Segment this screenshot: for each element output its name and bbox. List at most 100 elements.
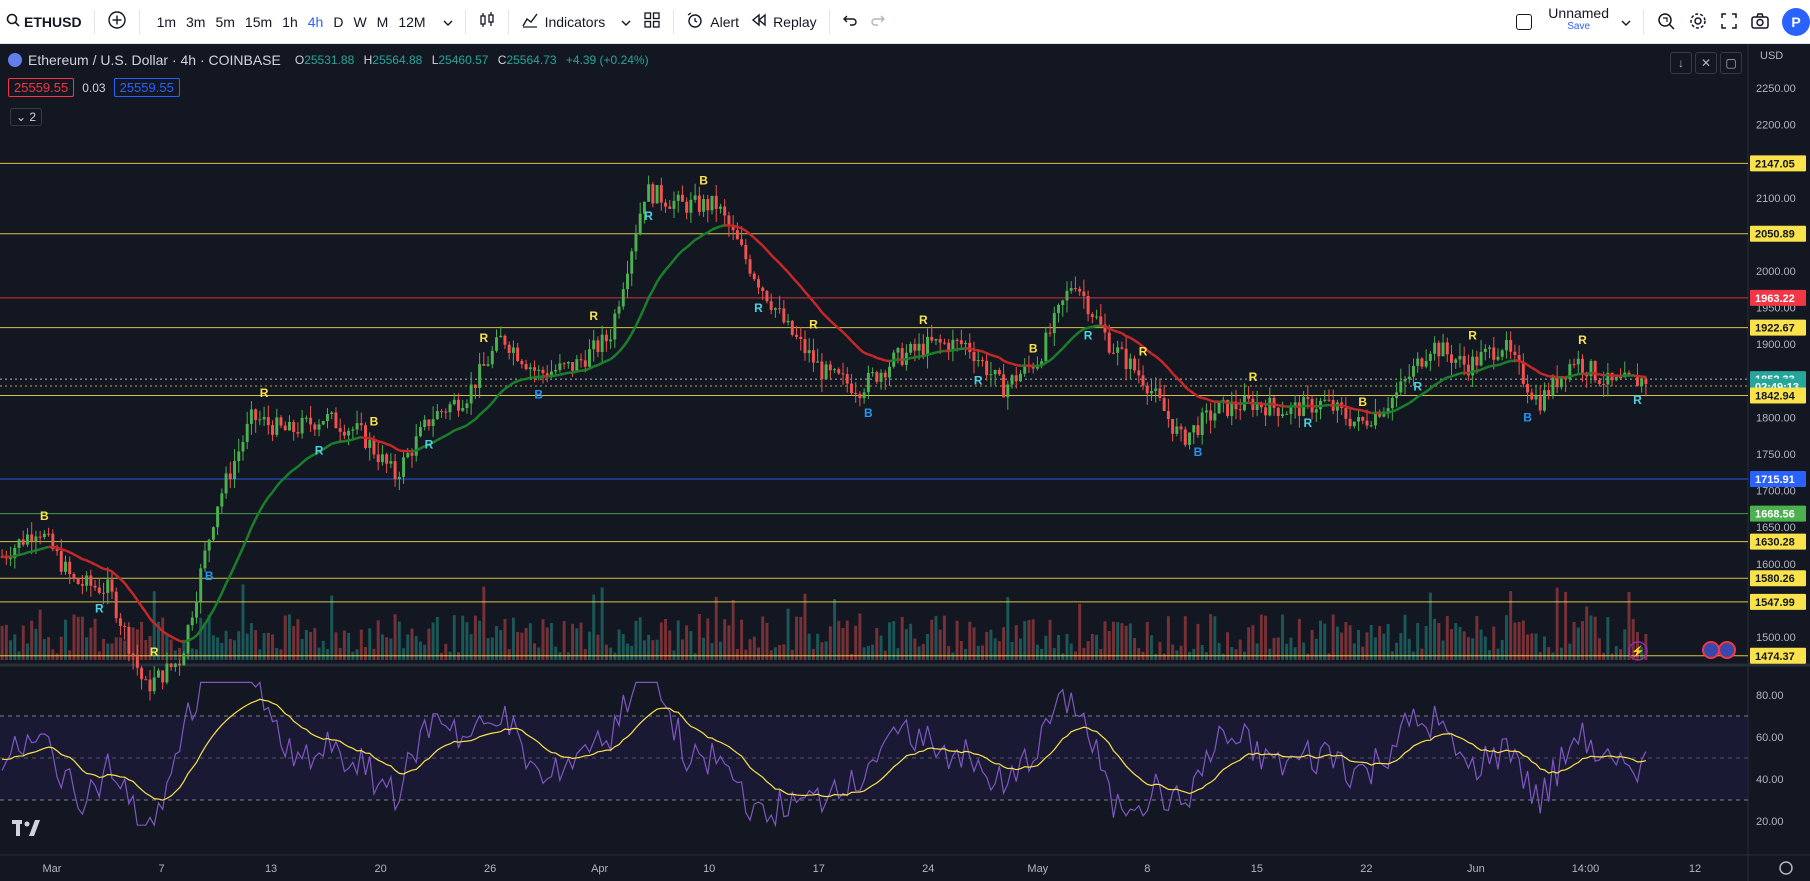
legend-title[interactable]: Ethereum / U.S. Dollar · 4h · COINBASE	[28, 52, 281, 68]
trail-segment	[1451, 373, 1457, 378]
candle-body	[693, 195, 697, 200]
compare-button[interactable]	[101, 7, 133, 37]
volume-bar	[1175, 650, 1179, 660]
templates-button[interactable]	[637, 7, 667, 37]
candle-body	[1521, 361, 1525, 384]
volume-bar	[313, 628, 317, 660]
candle-body	[237, 451, 241, 462]
volume-bar	[862, 647, 866, 660]
signal-label: R	[1249, 370, 1258, 384]
candle-body	[1458, 356, 1462, 360]
trail-segment	[377, 440, 383, 444]
candle-body	[938, 338, 942, 343]
flag-us-icon[interactable]	[1702, 641, 1720, 659]
tradingview-logo[interactable]	[12, 820, 42, 841]
alert-button[interactable]: Alert	[680, 7, 745, 37]
trail-segment	[1117, 330, 1123, 335]
quick-search-button[interactable]	[1650, 7, 1682, 37]
flag-us-icon[interactable]	[1718, 641, 1736, 659]
timeframe-3m[interactable]: 3m	[181, 14, 210, 30]
chart-canvas[interactable]: BRRBRRBRRBRRBRRBRRBRRBRRBRRBRR 2250.0022…	[0, 44, 1810, 881]
candle-body	[638, 213, 642, 235]
timeframe-dropdown[interactable]	[437, 7, 459, 37]
layout-checkbox[interactable]	[1516, 14, 1533, 30]
timeframe-5m[interactable]: 5m	[210, 14, 239, 30]
symbol-search[interactable]: ETHUSD	[0, 7, 88, 37]
volume-bar	[680, 639, 684, 660]
candle-body	[211, 527, 215, 540]
chart-type-button[interactable]	[472, 7, 502, 37]
arrow-down-icon[interactable]: ↓	[1670, 52, 1692, 74]
candle-body	[583, 360, 587, 367]
redo-button[interactable]	[864, 7, 892, 37]
volume-bar	[385, 637, 389, 660]
volume-bar	[1061, 653, 1065, 660]
candle-body	[1462, 356, 1466, 365]
candle-body	[1175, 426, 1179, 434]
snapshot-button[interactable]	[1744, 7, 1776, 37]
collapse-icon[interactable]: ✕	[1695, 52, 1717, 74]
volume-bar	[1424, 625, 1428, 660]
grid-icon	[643, 11, 661, 32]
trail-segment	[1125, 334, 1131, 340]
volume-bar	[858, 613, 862, 660]
candle-body	[571, 362, 575, 371]
volume-bar	[1521, 620, 1525, 660]
volume-bar	[837, 620, 841, 660]
layout-name[interactable]: Unnamed Save	[1542, 6, 1615, 37]
volume-bar	[1099, 649, 1103, 660]
candle-body	[600, 334, 604, 352]
volume-bar	[1268, 648, 1272, 660]
timeframe-4h[interactable]: 4h	[303, 14, 329, 30]
sell-button[interactable]: 25559.55	[8, 78, 75, 97]
layout-dropdown[interactable]	[1615, 7, 1637, 37]
volume-bar	[735, 649, 739, 660]
indicators-button[interactable]: Indicators	[515, 7, 638, 37]
volume-bar	[1606, 617, 1610, 660]
trail-segment	[990, 353, 996, 358]
trail-segment	[1273, 403, 1279, 407]
indicators-collapse-button[interactable]: ⌄ 2	[10, 108, 43, 126]
divider	[93, 9, 95, 34]
fullscreen-button[interactable]	[1714, 7, 1744, 37]
volume-bar	[423, 644, 427, 660]
avatar[interactable]: P	[1782, 8, 1810, 36]
timeframe-12M[interactable]: 12M	[393, 14, 430, 30]
candle-body	[528, 367, 532, 370]
trail-segment	[453, 427, 459, 432]
candle-body	[258, 419, 262, 421]
trail-segment	[576, 369, 582, 373]
candle-body	[862, 392, 866, 399]
candle-body	[359, 423, 363, 426]
candle-body	[520, 360, 524, 365]
currency-label[interactable]: USD	[1760, 50, 1783, 62]
indicators-icon	[521, 11, 539, 32]
timeframe-15m[interactable]: 15m	[240, 14, 277, 30]
buy-button[interactable]: 25559.55	[113, 78, 180, 97]
timeframe-W[interactable]: W	[348, 14, 371, 30]
candle-body	[161, 670, 165, 683]
candle-body	[1086, 295, 1090, 315]
timeframe-1h[interactable]: 1h	[277, 14, 303, 30]
redo-icon	[870, 13, 886, 30]
candle-body	[921, 343, 925, 356]
ohlc-values: O25531.88 H25564.88 L25460.57 C25564.73 …	[295, 53, 649, 67]
maximize-icon[interactable]: ▢	[1720, 52, 1742, 74]
volume-bar	[42, 639, 46, 660]
candle-body	[93, 585, 97, 588]
replay-button[interactable]: Replay	[745, 7, 823, 37]
time-tick: May	[1027, 863, 1048, 875]
candle-body	[1640, 378, 1644, 387]
settings-button[interactable]	[1682, 7, 1714, 37]
candle-body	[706, 199, 710, 211]
candle-body	[913, 344, 917, 351]
volume-bar	[511, 617, 515, 660]
candle-body	[1369, 425, 1373, 427]
timeframe-M[interactable]: M	[372, 14, 394, 30]
undo-button[interactable]	[836, 7, 864, 37]
trail-segment	[563, 371, 569, 375]
time-tick: 20	[374, 863, 386, 875]
timeframe-1m[interactable]: 1m	[152, 14, 181, 30]
timeframe-D[interactable]: D	[328, 14, 348, 30]
candle-body	[1399, 381, 1403, 393]
